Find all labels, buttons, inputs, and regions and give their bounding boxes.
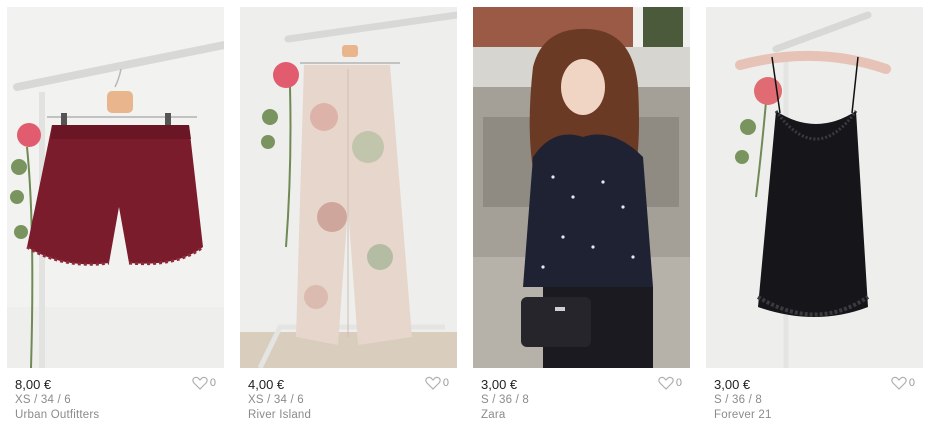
item-brand[interactable]: Forever 21 <box>714 408 915 423</box>
favorite-count: 0 <box>209 377 216 389</box>
item-card[interactable]: 8,00 € XS / 34 / 6 Urban Outfitters 0 <box>7 7 224 435</box>
favorite-count: 0 <box>908 377 915 389</box>
item-info: 3,00 € S / 36 / 8 Zara 0 <box>473 368 690 423</box>
item-info: 8,00 € XS / 34 / 6 Urban Outfitters 0 <box>7 368 224 423</box>
item-info: 3,00 € S / 36 / 8 Forever 21 0 <box>706 368 923 423</box>
polka-dot-blouse-photo <box>473 7 690 368</box>
heart-icon <box>192 376 208 390</box>
black-lace-cami-photo <box>706 7 923 368</box>
item-brand[interactable]: Zara <box>481 408 682 423</box>
item-price: 8,00 € <box>15 377 52 392</box>
item-size: S / 36 / 8 <box>714 394 763 406</box>
item-card[interactable]: 3,00 € S / 36 / 8 Forever 21 0 <box>706 7 923 435</box>
floral-trousers-photo <box>240 7 457 368</box>
item-size: XS / 34 / 6 <box>248 394 304 406</box>
favorite-count: 0 <box>675 377 682 389</box>
item-photo[interactable] <box>7 7 224 368</box>
item-photo[interactable] <box>240 7 457 368</box>
heart-icon <box>891 376 907 390</box>
item-card[interactable]: 4,00 € XS / 34 / 6 River Island 0 <box>240 7 457 435</box>
favorite-button[interactable]: 0 <box>425 376 449 390</box>
favorite-button[interactable]: 0 <box>891 376 915 390</box>
item-grid: 8,00 € XS / 34 / 6 Urban Outfitters 0 4,… <box>0 0 933 437</box>
item-size: S / 36 / 8 <box>481 394 530 406</box>
burgundy-lace-shorts-photo <box>7 7 224 368</box>
item-price: 4,00 € <box>248 377 285 392</box>
item-card[interactable]: 3,00 € S / 36 / 8 Zara 0 <box>473 7 690 435</box>
heart-icon <box>658 376 674 390</box>
favorite-button[interactable]: 0 <box>192 376 216 390</box>
item-photo[interactable] <box>706 7 923 368</box>
item-info: 4,00 € XS / 34 / 6 River Island 0 <box>240 368 457 423</box>
item-price: 3,00 € <box>714 377 751 392</box>
favorite-count: 0 <box>442 377 449 389</box>
item-price: 3,00 € <box>481 377 518 392</box>
item-photo[interactable] <box>473 7 690 368</box>
favorite-button[interactable]: 0 <box>658 376 682 390</box>
heart-icon <box>425 376 441 390</box>
item-brand[interactable]: Urban Outfitters <box>15 408 216 423</box>
item-brand[interactable]: River Island <box>248 408 449 423</box>
item-size: XS / 34 / 6 <box>15 394 71 406</box>
